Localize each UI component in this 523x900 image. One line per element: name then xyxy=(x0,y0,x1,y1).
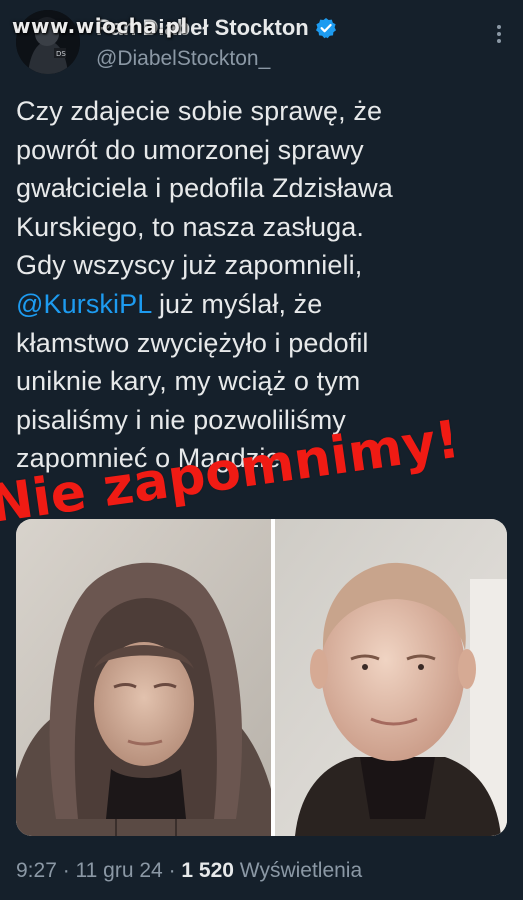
meta-separator: · xyxy=(162,859,182,882)
photo-left xyxy=(16,519,271,836)
views-count[interactable]: 1 520 xyxy=(181,859,234,882)
tweet-line: Kurskiego, to nasza zasługa. xyxy=(16,211,364,242)
tweet-date[interactable]: 11 gru 24 xyxy=(76,859,163,882)
tweet-meta: 9:27 · 11 gru 24 · 1 520 Wyświetlenia xyxy=(16,859,362,883)
mention-link[interactable]: @KurskiPL xyxy=(16,289,151,319)
tweet-media[interactable] xyxy=(16,519,507,836)
photo-right xyxy=(275,519,507,836)
verified-badge-icon xyxy=(315,17,337,39)
tweet-line: Gdy wszyscy już zapomnieli, xyxy=(16,250,363,281)
tweet-line: @KurskiPL już myślał, że xyxy=(16,285,506,324)
views-label: Wyświetlenia xyxy=(233,859,363,882)
tweet-line: Czy zdajecie sobie sprawę, że xyxy=(16,96,383,126)
avatar-initials: DS xyxy=(56,50,66,58)
tweet-line: kłamstwo zwyciężyło i pedofil xyxy=(16,327,369,358)
tweet-line: powrót do umorzonej sprawy xyxy=(16,134,364,165)
meta-separator: · xyxy=(56,859,76,882)
tweet-line-rest: już myślał, że xyxy=(151,288,323,319)
watermark: www.wiocha.pl xyxy=(12,14,188,38)
author-handle[interactable]: @DiabelStockton_ xyxy=(96,47,270,71)
tweet-line: uniknie kary, my wciąż o tym xyxy=(16,366,361,397)
tweet-time[interactable]: 9:27 xyxy=(16,859,57,882)
more-options-icon[interactable] xyxy=(493,22,505,46)
tweet-line: gwałciciela i pedofila Zdzisława xyxy=(16,173,393,204)
